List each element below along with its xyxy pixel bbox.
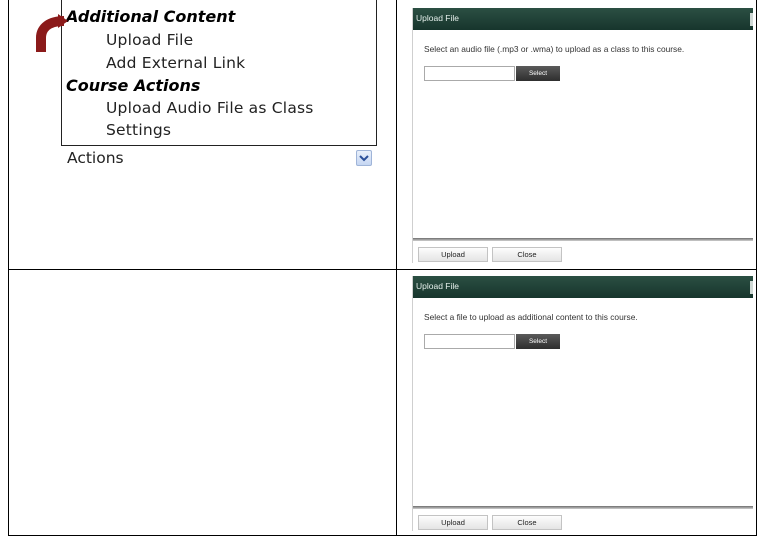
dialog-footer-divider: [413, 506, 753, 509]
column-divider: [396, 0, 397, 536]
select-file-button[interactable]: Select: [516, 66, 560, 81]
close-button[interactable]: Close: [492, 247, 562, 262]
menu-item-upload-audio-file[interactable]: Upload Audio File as Class: [106, 99, 314, 117]
menu-item-settings[interactable]: Settings: [106, 121, 171, 139]
dialog-resize-handle[interactable]: [750, 13, 753, 26]
upload-button[interactable]: Upload: [418, 247, 488, 262]
file-path-input[interactable]: [424, 66, 515, 81]
close-button[interactable]: Close: [492, 515, 562, 530]
menu-header-additional-content: Additional Content: [66, 7, 236, 26]
dialog-titlebar: Upload File: [413, 8, 753, 30]
menu-header-course-actions: Course Actions: [66, 76, 201, 95]
select-file-button[interactable]: Select: [516, 334, 560, 349]
menu-item-upload-file[interactable]: Upload File: [106, 31, 193, 49]
actions-dropdown-menu: Additional Content Upload File Add Exter…: [61, 0, 377, 146]
curved-arrow-icon: [36, 14, 68, 52]
dialog-title: Upload File: [416, 13, 459, 23]
dialog-resize-handle[interactable]: [750, 281, 753, 294]
chevron-down-icon[interactable]: [356, 150, 372, 166]
outer-border-left: [8, 0, 9, 536]
actions-select[interactable]: Actions: [61, 146, 375, 172]
upload-content-dialog: Upload File Select a file to upload as a…: [412, 276, 753, 531]
dialog-footer-divider: [413, 238, 753, 241]
row-divider: [8, 269, 757, 270]
upload-audio-dialog: Upload File Select an audio file (.mp3 o…: [412, 8, 753, 263]
file-path-input[interactable]: [424, 334, 515, 349]
upload-button[interactable]: Upload: [418, 515, 488, 530]
actions-select-value: Actions: [67, 149, 124, 167]
menu-item-add-external-link[interactable]: Add External Link: [106, 54, 245, 72]
dialog-instruction: Select an audio file (.mp3 or .wma) to u…: [424, 44, 685, 54]
dialog-titlebar: Upload File: [413, 276, 753, 298]
dialog-title: Upload File: [416, 281, 459, 291]
dialog-instruction: Select a file to upload as additional co…: [424, 312, 638, 322]
